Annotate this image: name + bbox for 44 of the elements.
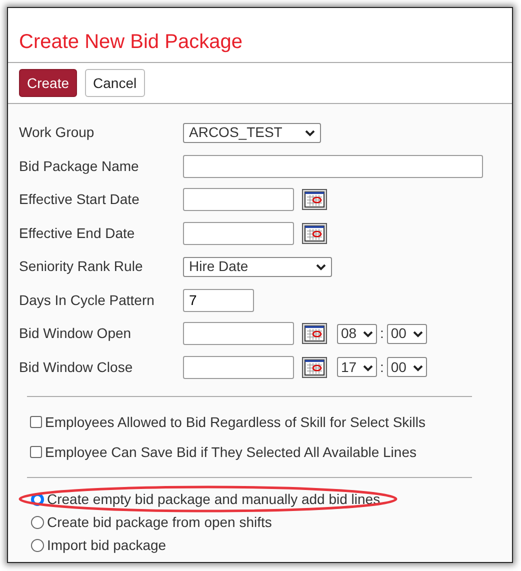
checkbox[interactable] — [30, 416, 42, 428]
field-label: Seniority Rank Rule — [19, 257, 144, 276]
time-separator: : — [380, 358, 384, 377]
radio-label: Create empty bid package and manually add bid lines — [47, 490, 380, 509]
checkbox-label: Employee Can Save Bid if They Selected All Available Lines — [45, 442, 416, 462]
field-label: Effective Start Date — [19, 190, 140, 210]
field-label: Effective End Date — [19, 224, 136, 243]
create-button[interactable]: Create — [19, 69, 78, 97]
hour-dropdown[interactable]: 08 — [337, 324, 377, 344]
calendar-icon[interactable] — [302, 356, 327, 378]
date-field[interactable] — [183, 222, 294, 245]
caret-icon — [316, 264, 326, 272]
date-field[interactable] — [183, 356, 294, 379]
field-label: Days In Cycle Pattern — [19, 290, 156, 310]
time-separator: : — [380, 324, 384, 344]
field-label: Work Group — [19, 123, 96, 142]
radio-button[interactable] — [31, 539, 44, 552]
checkbox[interactable] — [30, 446, 42, 458]
calendar-icon[interactable] — [302, 189, 327, 210]
radio-label: Create bid package from open shifts — [47, 513, 272, 532]
caret-icon — [363, 364, 373, 372]
dropdown[interactable]: ARCOS_TEST — [183, 122, 321, 143]
dialog-title: Create New Bid Package — [19, 31, 242, 53]
field-label: Bid Window Close — [19, 358, 134, 377]
caret-icon — [363, 331, 373, 338]
caret-icon — [412, 364, 423, 372]
caret-icon — [412, 331, 423, 338]
input-field[interactable]: 7 — [183, 288, 254, 312]
field-label: Bid Package Name — [19, 156, 140, 176]
input-field[interactable] — [183, 154, 483, 178]
caret-icon — [305, 130, 315, 138]
minute-dropdown[interactable]: 00 — [386, 357, 427, 378]
minute-dropdown[interactable]: 00 — [386, 324, 427, 344]
radio-button[interactable] — [31, 516, 44, 529]
date-field[interactable] — [183, 322, 294, 346]
checkbox-label: Employees Allowed to Bid Regardless of Skill for Select Skills — [45, 412, 426, 432]
field-label: Bid Window Open — [19, 324, 132, 344]
cancel-button[interactable]: Cancel — [85, 69, 145, 97]
radio-label: Import bid package — [47, 536, 166, 555]
calendar-icon[interactable] — [302, 222, 327, 244]
dropdown[interactable]: Hire Date — [183, 256, 332, 277]
calendar-icon[interactable] — [302, 323, 327, 344]
date-field[interactable] — [183, 188, 294, 212]
hour-dropdown[interactable]: 17 — [337, 357, 377, 378]
